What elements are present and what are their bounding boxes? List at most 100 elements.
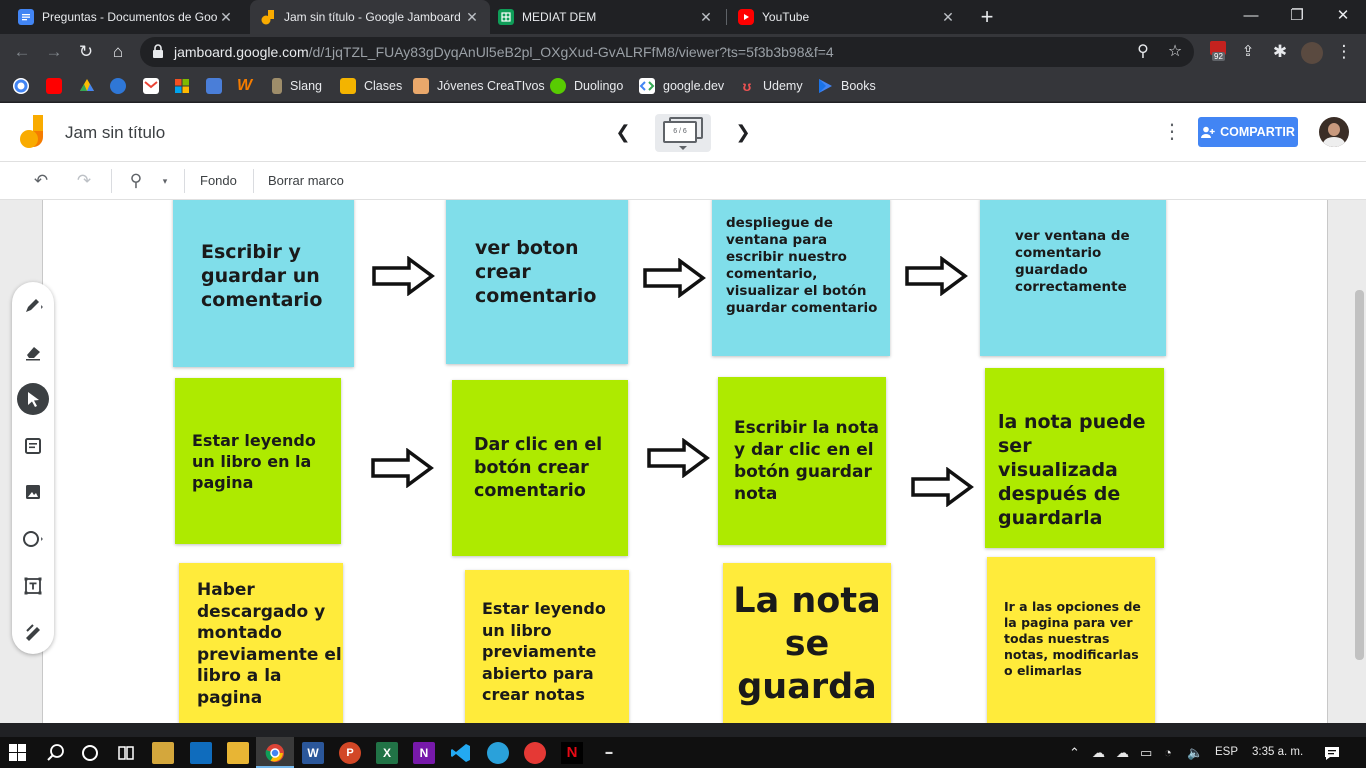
image-icon[interactable]	[17, 476, 49, 508]
reload-icon[interactable]: ↻	[72, 38, 100, 66]
restore-icon[interactable]: ❐	[1274, 0, 1320, 34]
text-box-icon[interactable]	[17, 570, 49, 602]
address-bar[interactable]: jamboard.google.com/d/1jqTZL_FUAy83gDyqA…	[140, 37, 1194, 67]
sticky-note[interactable]: Ir a las opciones de la pagina para ver …	[987, 557, 1155, 723]
cortana-icon[interactable]	[79, 742, 101, 764]
redo-icon[interactable]: ↷	[70, 167, 98, 195]
new-tab-button[interactable]: +	[974, 4, 1000, 30]
file-explorer-icon[interactable]	[227, 742, 249, 764]
account-avatar[interactable]	[1319, 117, 1349, 147]
browser-tab-active[interactable]: Jam sin título - Google Jamboard ✕	[250, 0, 490, 34]
notification-center-icon[interactable]	[1322, 743, 1342, 763]
extension-icon[interactable]: 92	[1208, 41, 1228, 63]
close-window-icon[interactable]: ✕	[1320, 0, 1366, 34]
sticky-note[interactable]: Estar leyendo un libro en la pagina	[175, 378, 341, 544]
chrome-icon[interactable]	[264, 742, 286, 764]
prime-video-icon[interactable]: ▬	[598, 742, 620, 764]
bookmark-slang[interactable]: Slang	[272, 70, 322, 101]
search-icon[interactable]	[45, 742, 67, 764]
zoom-icon[interactable]: ⚲	[122, 167, 150, 195]
back-icon[interactable]: ←	[8, 38, 36, 66]
close-tab-icon[interactable]: ✕	[698, 9, 714, 26]
sticky-note[interactable]: la nota puede ser visualizada después de…	[985, 368, 1164, 548]
microsoft-icon[interactable]	[174, 78, 190, 94]
more-options-icon[interactable]: ⋮	[1160, 118, 1184, 146]
bookmark-clases[interactable]: Clases	[340, 70, 402, 101]
onedrive-sync-icon[interactable]: ☁	[1116, 737, 1129, 768]
bookmark-star-icon[interactable]: ☆	[1162, 39, 1188, 65]
volume-icon[interactable]: 🔈	[1187, 737, 1203, 768]
excel-icon[interactable]: X	[376, 742, 398, 764]
youtube-bookmark-icon[interactable]	[46, 78, 62, 94]
bookmark-udemy[interactable]: ʊ Udemy	[739, 70, 803, 101]
next-frame-icon[interactable]: ❯	[729, 118, 757, 146]
clear-frame-button[interactable]: Borrar marco	[268, 167, 344, 195]
pen-icon[interactable]	[17, 289, 49, 321]
bookmark-duolingo[interactable]: Duolingo	[550, 70, 623, 101]
close-tab-icon[interactable]: ✕	[218, 9, 234, 26]
previous-frame-icon[interactable]: ❮	[609, 118, 637, 146]
background-button[interactable]: Fondo	[200, 167, 237, 195]
sticky-note[interactable]: Escribir la nota y dar clic en el botón …	[718, 377, 886, 545]
document-title[interactable]: Jam sin título	[65, 103, 165, 162]
vscode-icon[interactable]	[450, 742, 472, 764]
wifi-icon[interactable]: ◔	[1164, 737, 1172, 768]
sticky-note[interactable]: Escribir y guardar un comentario	[173, 200, 354, 367]
task-view-icon[interactable]	[115, 742, 137, 764]
eraser-icon[interactable]	[17, 336, 49, 368]
forward-icon[interactable]: →	[40, 38, 68, 66]
close-tab-icon[interactable]: ✕	[464, 9, 480, 26]
browser-tab[interactable]: MEDIAT DEM ✕	[488, 0, 724, 34]
chrome-menu-icon[interactable]: ⋮	[1330, 38, 1358, 66]
clock[interactable]: 3:35 a. m.	[1252, 737, 1303, 768]
onenote-icon[interactable]: N	[413, 742, 435, 764]
minimize-icon[interactable]: —	[1228, 0, 1274, 34]
extension-upload-icon[interactable]: ⇪	[1234, 38, 1262, 66]
undo-icon[interactable]: ↶	[27, 167, 55, 195]
bookmark-books[interactable]: Books	[817, 70, 876, 101]
sticky-note[interactable]: Estar leyendo un libro previamente abier…	[465, 570, 629, 723]
google-drive-icon[interactable]	[79, 78, 95, 94]
share-button[interactable]: COMPARTIR	[1198, 117, 1298, 147]
browser-tab[interactable]: Preguntas - Documentos de Goo ✕	[8, 0, 244, 34]
tray-overflow-icon[interactable]: ⌃	[1069, 737, 1080, 768]
home-icon[interactable]: ⌂	[104, 38, 132, 66]
jam-canvas[interactable]: Escribir y guardar un comentario ver bot…	[42, 200, 1328, 723]
extensions-puzzle-icon[interactable]: ✱	[1266, 38, 1294, 66]
bookmark-jovenes-creativos[interactable]: Jóvenes CreaTIvos	[413, 70, 545, 101]
google-translate-icon[interactable]	[206, 78, 222, 94]
circle-shape-icon[interactable]	[17, 523, 49, 555]
media-player-icon[interactable]	[524, 742, 546, 764]
select-pointer-icon[interactable]	[17, 383, 49, 415]
word-icon[interactable]: W	[302, 742, 324, 764]
sticky-note[interactable]: Dar clic en el botón crear comentario	[452, 380, 628, 556]
powerpoint-icon[interactable]: P	[339, 742, 361, 764]
wattpad-icon[interactable]: W	[237, 78, 253, 94]
bookmark-google-dev[interactable]: google.dev	[639, 70, 724, 101]
frame-bar-toggle[interactable]: 6 / 6	[655, 114, 711, 152]
sticky-note-icon[interactable]	[17, 430, 49, 462]
zoom-icon[interactable]: ⚲	[1130, 39, 1156, 65]
microsoft-store-icon[interactable]	[152, 742, 174, 764]
google-icon[interactable]	[13, 78, 29, 94]
cloud-icon[interactable]: ☁	[1092, 737, 1105, 768]
windows-start-icon[interactable]	[9, 744, 26, 761]
profile-avatar[interactable]	[1301, 42, 1323, 64]
netflix-icon[interactable]: N	[561, 742, 583, 764]
sticky-note[interactable]: Haber descargado y montado previamente e…	[179, 563, 343, 723]
sticky-note[interactable]: La nota se guarda	[723, 563, 891, 723]
onedrive-icon[interactable]	[110, 78, 126, 94]
close-tab-icon[interactable]: ✕	[940, 9, 956, 26]
sticky-note[interactable]: ver boton crear comentario	[446, 200, 628, 364]
browser-tab[interactable]: YouTube ✕	[728, 0, 966, 34]
mail-icon[interactable]	[190, 742, 212, 764]
gmail-icon[interactable]	[143, 78, 159, 94]
vertical-scrollbar[interactable]	[1355, 290, 1364, 660]
battery-icon[interactable]: ▭	[1140, 737, 1152, 768]
sticky-note[interactable]: despliegue de ventana para escribir nues…	[712, 200, 890, 356]
laser-pointer-icon[interactable]	[17, 616, 49, 648]
sticky-note[interactable]: ver ventana de comentario guardado corre…	[980, 200, 1166, 356]
telegram-icon[interactable]	[487, 742, 509, 764]
input-language[interactable]: ESP	[1215, 737, 1238, 768]
zoom-dropdown-icon[interactable]: ▾	[152, 167, 178, 195]
